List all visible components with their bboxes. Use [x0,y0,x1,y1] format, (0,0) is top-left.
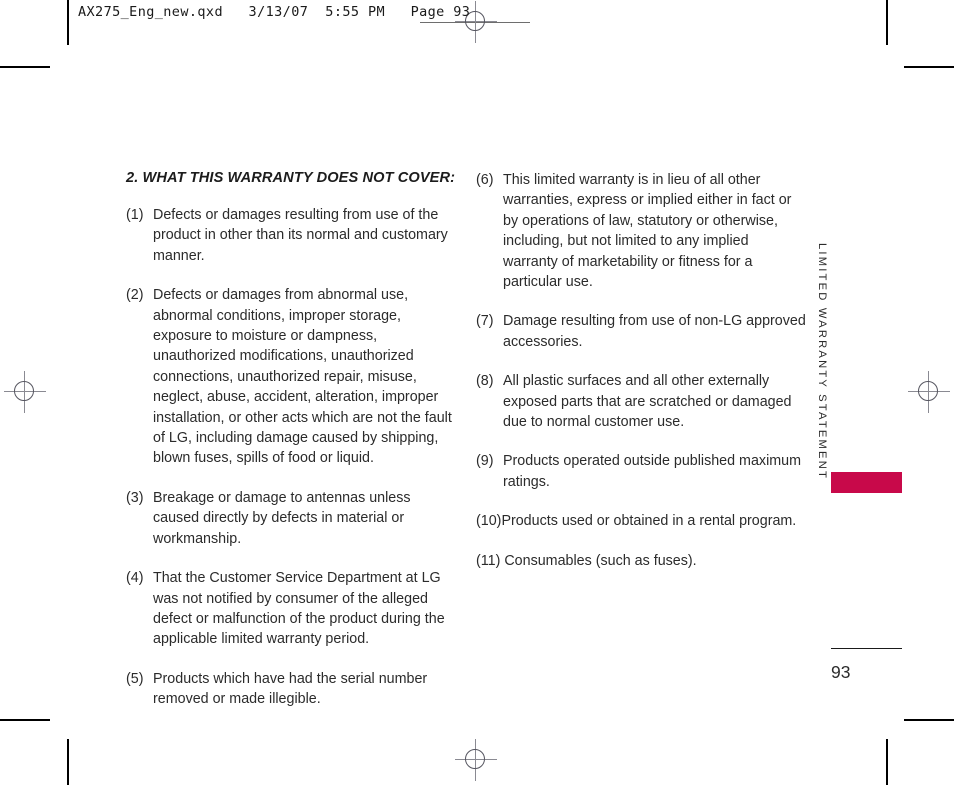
clause-text: Defects or damages from abnormal use, ab… [153,287,452,467]
clause-text: Consumables (such as fuses). [500,552,697,569]
clause-number: (8) [476,373,494,390]
clause-number: (3) [126,489,144,506]
clause-number: (11) [476,552,501,569]
crop-mark-bottom-right-vertical [886,739,888,785]
running-head-vertical: LIMITED WARRANTY STATEMENT [816,243,828,481]
page-number: 93 [831,662,851,682]
crop-mark-top-right-horizontal [904,66,954,68]
crop-mark-top-left-vertical [67,0,69,45]
registration-mark-right [908,371,950,413]
clause-text: Products which have had the serial numbe… [153,670,428,708]
folio-rule [831,648,902,650]
clause-number: (7) [476,313,494,330]
registration-mark-bottom [455,739,497,781]
clause-item: (10)Products used or obtained in a renta… [476,511,806,531]
clause-number: (10) [476,513,502,530]
clause-text: That the Customer Service Department at … [153,570,445,648]
clause-item: (1) Defects or damages resulting from us… [126,205,456,266]
clause-item: (6) This limited warranty is in lieu of … [476,170,806,292]
registration-mark-left [4,371,46,413]
clause-text: Defects or damages resulting from use of… [153,207,448,264]
clause-item: (2) Defects or damages from abnormal use… [126,285,456,469]
clause-item: (7) Damage resulting from use of non-LG … [476,311,806,352]
document-header-fileinfo: AX275_Eng_new.qxd 3/13/07 5:55 PM Page 9… [78,4,471,20]
crop-mark-bottom-right-horizontal [904,719,954,721]
clause-number: (6) [476,172,494,188]
clause-item: (3) Breakage or damage to antennas unles… [126,488,456,549]
section-heading: 2. WHAT THIS WARRANTY DOES NOT COVER: [126,170,456,186]
crop-mark-top-left-horizontal [0,66,50,68]
clause-item: (9) Products operated outside published … [476,451,806,492]
crop-mark-bottom-left-vertical [67,739,69,785]
clause-item: (11) Consumables (such as fuses). [476,551,806,571]
printed-page: AX275_Eng_new.qxd 3/13/07 5:55 PM Page 9… [0,0,954,785]
crop-mark-bottom-left-horizontal [0,719,50,721]
clause-item: (8) All plastic surfaces and all other e… [476,371,806,432]
clause-text: All plastic surfaces and all other exter… [503,373,792,431]
clause-number: (4) [126,570,144,587]
clause-item: (4) That the Customer Service Department… [126,568,456,650]
clause-number: (5) [126,670,144,687]
chapter-thumb-tab [831,472,902,493]
clause-number: (1) [126,207,144,223]
clause-text: Products used or obtained in a rental pr… [501,513,797,530]
clause-text: This limited warranty is in lieu of all … [503,172,792,291]
content-column-right: (6) This limited warranty is in lieu of … [476,170,806,571]
clause-item: (5) Products which have had the serial n… [126,669,456,710]
clause-text: Products operated outside published maxi… [503,453,802,490]
clause-text: Breakage or damage to antennas unless ca… [153,489,411,547]
clause-text: Damage resulting from use of non-LG appr… [503,313,806,350]
clause-number: (9) [476,453,494,470]
crop-mark-top-right-vertical [886,0,888,45]
clause-number: (2) [126,287,144,304]
content-column-left: 2. WHAT THIS WARRANTY DOES NOT COVER: (1… [126,170,456,710]
